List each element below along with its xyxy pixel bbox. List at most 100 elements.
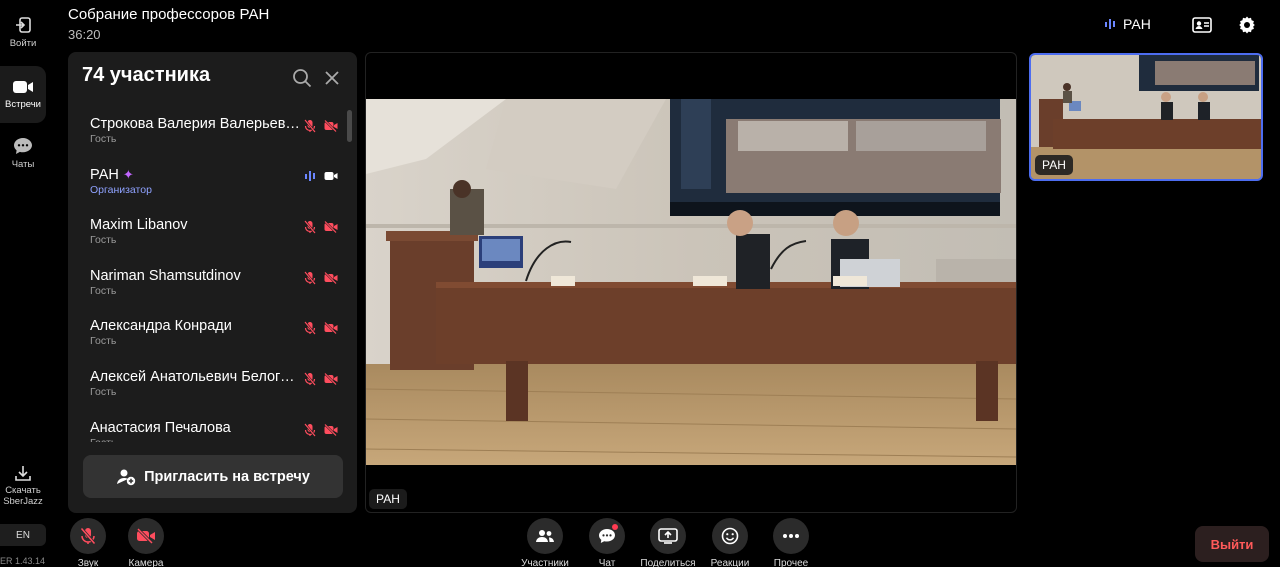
search-participants-button[interactable] xyxy=(292,68,312,93)
active-speaker-indicator: РАН xyxy=(1105,16,1151,32)
video-camera-icon xyxy=(13,81,33,93)
participant-row[interactable]: Maxim Libanov Гость xyxy=(68,211,357,262)
conference-hall-video xyxy=(366,99,1016,465)
participant-name: РАН ✦ xyxy=(90,167,300,183)
mic-off-icon xyxy=(304,372,316,386)
chats-nav[interactable]: Чаты xyxy=(0,137,46,177)
app-version: ER 1.43.14 xyxy=(0,556,46,566)
participants-button[interactable]: Участники xyxy=(515,518,575,567)
main-video-label: РАН xyxy=(369,489,407,509)
participant-row[interactable]: Nariman Shamsutdinov Гость xyxy=(68,262,357,313)
audio-level-icon xyxy=(1105,19,1115,29)
mic-off-icon xyxy=(304,271,316,285)
smiley-icon xyxy=(721,527,739,545)
participant-role: Гость xyxy=(90,284,117,297)
gear-icon xyxy=(1239,16,1255,34)
more-button[interactable]: Прочее xyxy=(761,518,821,567)
meetings-label: Встречи xyxy=(5,99,41,110)
camera-off-icon xyxy=(324,423,338,436)
mic-off-icon xyxy=(80,527,96,545)
participant-thumbnail[interactable]: РАН xyxy=(1029,53,1263,181)
participant-role: Гость xyxy=(90,335,117,348)
layout-button[interactable] xyxy=(1189,13,1215,37)
close-panel-button[interactable] xyxy=(324,70,340,91)
sound-toggle[interactable]: Звук xyxy=(58,518,118,567)
share-screen-button[interactable]: Поделиться xyxy=(638,518,698,567)
participant-role: Гость xyxy=(90,133,117,145)
camera-label: Камера xyxy=(128,558,164,567)
download-app-button[interactable]: Скачать SberJazz xyxy=(0,464,46,508)
reactions-label: Реакции xyxy=(710,558,750,567)
add-user-icon xyxy=(117,469,136,485)
participant-name: Алексей Анатольевич Белогорцев xyxy=(90,368,300,385)
invite-label: Пригласить на встречу xyxy=(144,468,310,485)
participant-row[interactable]: Анастасия Печалова Гость xyxy=(68,414,357,442)
chat-label: Чат xyxy=(598,558,616,567)
participants-list: Строкова Валерия Валерьевна Гость РАН ✦ О… xyxy=(68,110,357,442)
camera-off-icon xyxy=(324,322,338,335)
participant-row[interactable]: Строкова Валерия Валерьевна Гость xyxy=(68,110,357,161)
camera-off-icon xyxy=(324,221,338,234)
invite-to-meeting-button[interactable]: Пригласить на встречу xyxy=(83,455,343,498)
chat-bubble-icon xyxy=(14,138,32,154)
participant-name: Maxim Libanov xyxy=(90,217,188,234)
camera-on-icon xyxy=(324,171,338,180)
participants-label: Участники xyxy=(521,558,569,567)
download-icon xyxy=(15,466,31,481)
chat-button[interactable]: Чат xyxy=(577,518,637,567)
reactions-button[interactable]: Реакции xyxy=(700,518,760,567)
language-switch[interactable]: EN xyxy=(0,524,46,546)
mic-off-icon xyxy=(304,422,316,437)
participants-icon xyxy=(536,530,554,542)
settings-button[interactable] xyxy=(1234,13,1260,37)
participant-name: Анастасия Печалова xyxy=(90,419,231,436)
more-dots-icon xyxy=(783,534,799,538)
share-label: Поделиться xyxy=(640,558,696,567)
camera-off-icon xyxy=(136,528,155,544)
participant-role: Гость xyxy=(90,437,116,442)
participant-row[interactable]: Алексей Анатольевич Белогорцев Гость xyxy=(68,363,357,414)
exit-meeting-button[interactable]: Выйти xyxy=(1195,526,1269,562)
login-label: Войти xyxy=(9,38,37,49)
camera-off-icon xyxy=(324,372,338,385)
close-icon xyxy=(325,71,339,85)
left-rail: Войти Встречи Чаты Скачать SberJazz EN E… xyxy=(0,0,48,567)
organizer-star-icon: ✦ xyxy=(122,166,134,182)
mic-off-icon xyxy=(304,119,316,133)
active-speaker-name: РАН xyxy=(1123,16,1151,32)
login-icon xyxy=(16,17,31,33)
participant-role: Гость xyxy=(90,234,117,247)
participant-name-text: РАН xyxy=(90,166,119,183)
more-label: Прочее xyxy=(773,558,809,567)
camera-off-icon xyxy=(324,271,338,284)
mic-off-icon xyxy=(304,321,316,336)
meetings-nav[interactable]: Встречи xyxy=(0,66,46,123)
participants-count-title: 74 участника xyxy=(82,64,211,86)
mic-off-icon xyxy=(304,220,316,234)
search-icon xyxy=(293,69,312,88)
meeting-title: Собрание профессоров РАН xyxy=(68,6,270,23)
participant-name: Nariman Shamsutdinov xyxy=(90,267,241,284)
participant-row[interactable]: Александра Конради Гость xyxy=(68,312,357,363)
participant-role: Организатор xyxy=(90,183,152,196)
camera-toggle[interactable]: Камера xyxy=(116,518,176,567)
contact-card-icon xyxy=(1192,17,1212,33)
main-video-stage[interactable]: РАН xyxy=(365,52,1017,513)
participant-name: Александра Конради xyxy=(90,318,232,335)
chats-label: Чаты xyxy=(11,159,35,170)
share-screen-icon xyxy=(658,528,678,544)
camera-off-icon xyxy=(324,120,338,132)
participant-role: Гость xyxy=(90,385,117,398)
participant-row[interactable]: РАН ✦ Организатор xyxy=(68,161,357,212)
audio-level-icon xyxy=(305,170,315,181)
participants-scrollbar[interactable] xyxy=(347,110,352,142)
participants-panel: 74 участника Строкова Валерия Валерьевна… xyxy=(68,52,357,513)
download-label-2: SberJazz xyxy=(3,495,43,507)
participant-name: Строкова Валерия Валерьевна xyxy=(90,116,300,132)
thumbnail-label: РАН xyxy=(1035,155,1073,175)
chat-bubble-icon xyxy=(599,529,615,543)
meeting-timer: 36:20 xyxy=(68,27,101,42)
unread-dot xyxy=(612,524,618,530)
sound-label: Звук xyxy=(77,558,99,567)
login-button[interactable]: Войти xyxy=(0,16,46,56)
